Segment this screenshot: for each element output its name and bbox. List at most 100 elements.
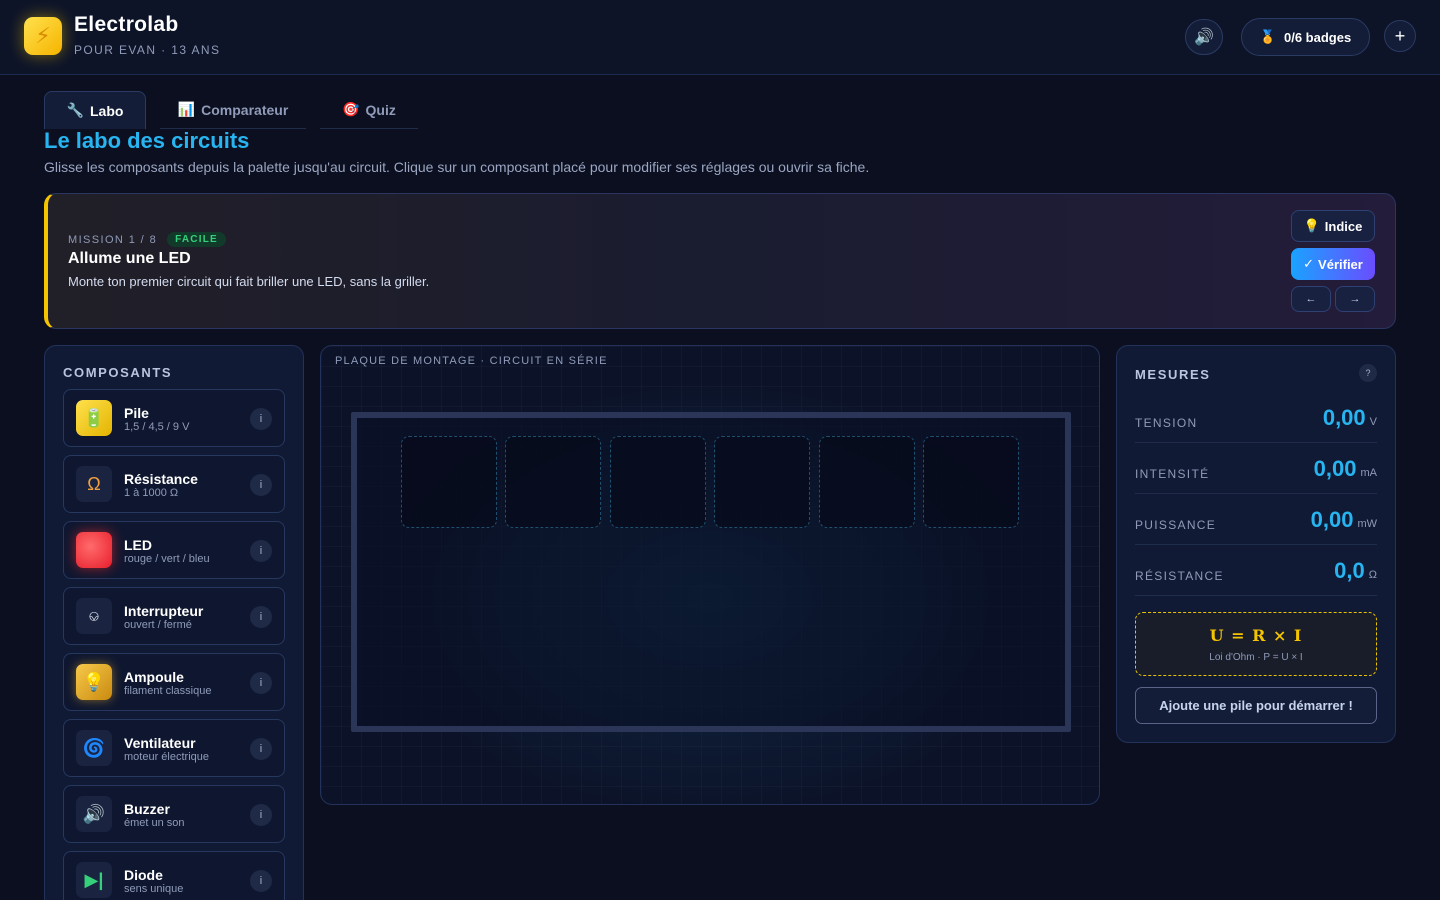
component-subtitle: rouge / vert / bleu (124, 553, 210, 565)
help-icon[interactable]: ? (1359, 364, 1377, 382)
measure-number: 0,00 (1322, 405, 1366, 430)
info-button[interactable]: i (250, 606, 272, 628)
measure-number: 0,0 (1334, 558, 1365, 583)
component-ampoule[interactable]: 💡 Ampoule filament classique i (63, 653, 285, 711)
components-palette: COMPOSANTS 🔋 Pile 1,5 / 4,5 / 9 V i Ω Ré… (44, 345, 304, 900)
info-button[interactable]: i (250, 738, 272, 760)
mission-counter: MISSION 1 / 8 (68, 233, 158, 246)
formula-text: U = R × I (1209, 626, 1303, 645)
battery-icon: 🔋 (76, 400, 112, 436)
component-slot[interactable] (923, 436, 1019, 528)
measure-value: 0,0 Ω (1334, 558, 1377, 584)
difficulty-badge: FACILE (167, 232, 226, 247)
component-diode[interactable]: ▶| Diode sens unique i (63, 851, 285, 900)
hint-button[interactable]: 💡 Indice (1291, 210, 1375, 242)
lightning-icon: ⚡ (24, 17, 62, 55)
palette-heading: COMPOSANTS (63, 365, 173, 380)
component-slot[interactable] (505, 436, 601, 528)
start-hint-button[interactable]: Ajoute une pile pour démarrer ! (1135, 687, 1377, 724)
info-button[interactable]: i (250, 474, 272, 496)
component-pile[interactable]: 🔋 Pile 1,5 / 4,5 / 9 V i (63, 389, 285, 447)
tab-labo[interactable]: 🔧 Labo (44, 91, 146, 129)
component-name: Ventilateur (124, 735, 196, 751)
app-header: ⚡ Electrolab POUR EVAN · 13 ANS 🔊 🏅 0/6 … (0, 0, 1440, 75)
component-name: Résistance (124, 471, 198, 487)
component-name: Buzzer (124, 801, 170, 817)
previous-mission-button[interactable]: ← (1291, 286, 1331, 312)
component-name: Ampoule (124, 669, 184, 685)
component-slot[interactable] (819, 436, 915, 528)
chart-icon: 📊 (177, 101, 196, 117)
arrow-right-icon: → (1349, 293, 1361, 305)
tab-comparateur[interactable]: 📊 Comparateur (160, 91, 306, 129)
mission-meta: MISSION 1 / 8 FACILE (68, 232, 226, 247)
mission-title: Allume une LED (68, 250, 191, 267)
measure-unit: mA (1360, 467, 1378, 479)
component-subtitle: filament classique (124, 685, 212, 697)
app-subtitle: POUR EVAN · 13 ANS (74, 43, 221, 57)
component-slot[interactable] (610, 436, 706, 528)
info-button[interactable]: i (250, 672, 272, 694)
tab-quiz[interactable]: 🎯 Quiz (320, 91, 418, 129)
speaker-icon: 🔊 (1194, 29, 1214, 46)
component-slot[interactable] (401, 436, 497, 528)
tab-label: Quiz (365, 101, 396, 118)
component-subtitle: 1,5 / 4,5 / 9 V (124, 421, 190, 433)
hint-label: Indice (1324, 218, 1363, 234)
measure-label: RÉSISTANCE (1135, 569, 1224, 583)
sound-button[interactable]: 🔊 (1185, 19, 1223, 55)
measure-unit: Ω (1368, 569, 1377, 581)
wrench-icon: 🔧 (66, 102, 84, 118)
component-led[interactable]: LED rouge / vert / bleu i (63, 521, 285, 579)
component-name: Diode (124, 867, 163, 883)
component-slot[interactable] (714, 436, 810, 528)
breadboard[interactable]: PLAQUE DE MONTAGE · CIRCUIT EN SÉRIE (320, 345, 1100, 805)
circuit-loop (351, 412, 1071, 732)
tab-label: Comparateur (201, 101, 289, 118)
measures-panel: MESURES ? TENSION 0,00 V INTENSITÉ 0,00 … (1116, 345, 1396, 743)
verify-button[interactable]: ✓ Vérifier (1291, 248, 1375, 280)
switch-icon: ⎉ (76, 598, 112, 634)
badges-label: 0/6 badges (1283, 29, 1352, 45)
component-subtitle: moteur électrique (124, 751, 209, 763)
measure-resistance: RÉSISTANCE 0,0 Ω (1135, 545, 1377, 596)
measure-intensite: INTENSITÉ 0,00 mA (1135, 443, 1377, 494)
info-button[interactable]: i (250, 540, 272, 562)
measure-unit: V (1369, 416, 1377, 428)
bulb-icon: 💡 (76, 664, 112, 700)
measure-value: 0,00 V (1323, 405, 1377, 431)
arrow-left-icon: ← (1305, 293, 1317, 305)
component-name: Interrupteur (124, 603, 204, 619)
fan-icon: 🌀 (76, 730, 112, 766)
measure-tension: TENSION 0,00 V (1135, 392, 1377, 443)
info-button[interactable]: i (250, 804, 272, 826)
tab-label: Labo (89, 102, 124, 119)
component-resistance[interactable]: Ω Résistance 1 à 1000 Ω i (63, 455, 285, 513)
add-button[interactable]: + (1384, 20, 1416, 52)
mission-text: Monte ton premier circuit qui fait brill… (68, 274, 430, 289)
measure-number: 0,00 (1310, 507, 1354, 532)
component-name: Pile (124, 405, 149, 421)
target-icon: 🎯 (342, 101, 360, 117)
lightbulb-icon: 💡 (1303, 218, 1320, 233)
component-subtitle: ouvert / fermé (124, 619, 192, 631)
badges-button[interactable]: 🏅 0/6 badges (1241, 18, 1370, 56)
info-button[interactable]: i (250, 408, 272, 430)
measure-puissance: PUISSANCE 0,00 mW (1135, 494, 1377, 545)
medal-icon: 🏅 (1259, 29, 1276, 44)
measure-value: 0,00 mA (1314, 456, 1377, 482)
component-subtitle: émet un son (124, 817, 185, 829)
info-button[interactable]: i (250, 870, 272, 892)
check-icon: ✓ (1303, 256, 1315, 271)
led-icon (76, 532, 112, 568)
next-mission-button[interactable]: → (1335, 286, 1375, 312)
measure-unit: mW (1357, 518, 1377, 530)
component-buzzer[interactable]: 🔊 Buzzer émet un son i (63, 785, 285, 843)
component-ventilateur[interactable]: 🌀 Ventilateur moteur électrique i (63, 719, 285, 777)
measure-label: PUISSANCE (1135, 518, 1217, 532)
component-interrupteur[interactable]: ⎉ Interrupteur ouvert / fermé i (63, 587, 285, 645)
page-title: Le labo des circuits (44, 128, 250, 153)
app-title: Electrolab (74, 13, 179, 36)
diode-icon: ▶| (76, 862, 112, 898)
breadboard-title: PLAQUE DE MONTAGE · CIRCUIT EN SÉRIE (335, 355, 608, 367)
